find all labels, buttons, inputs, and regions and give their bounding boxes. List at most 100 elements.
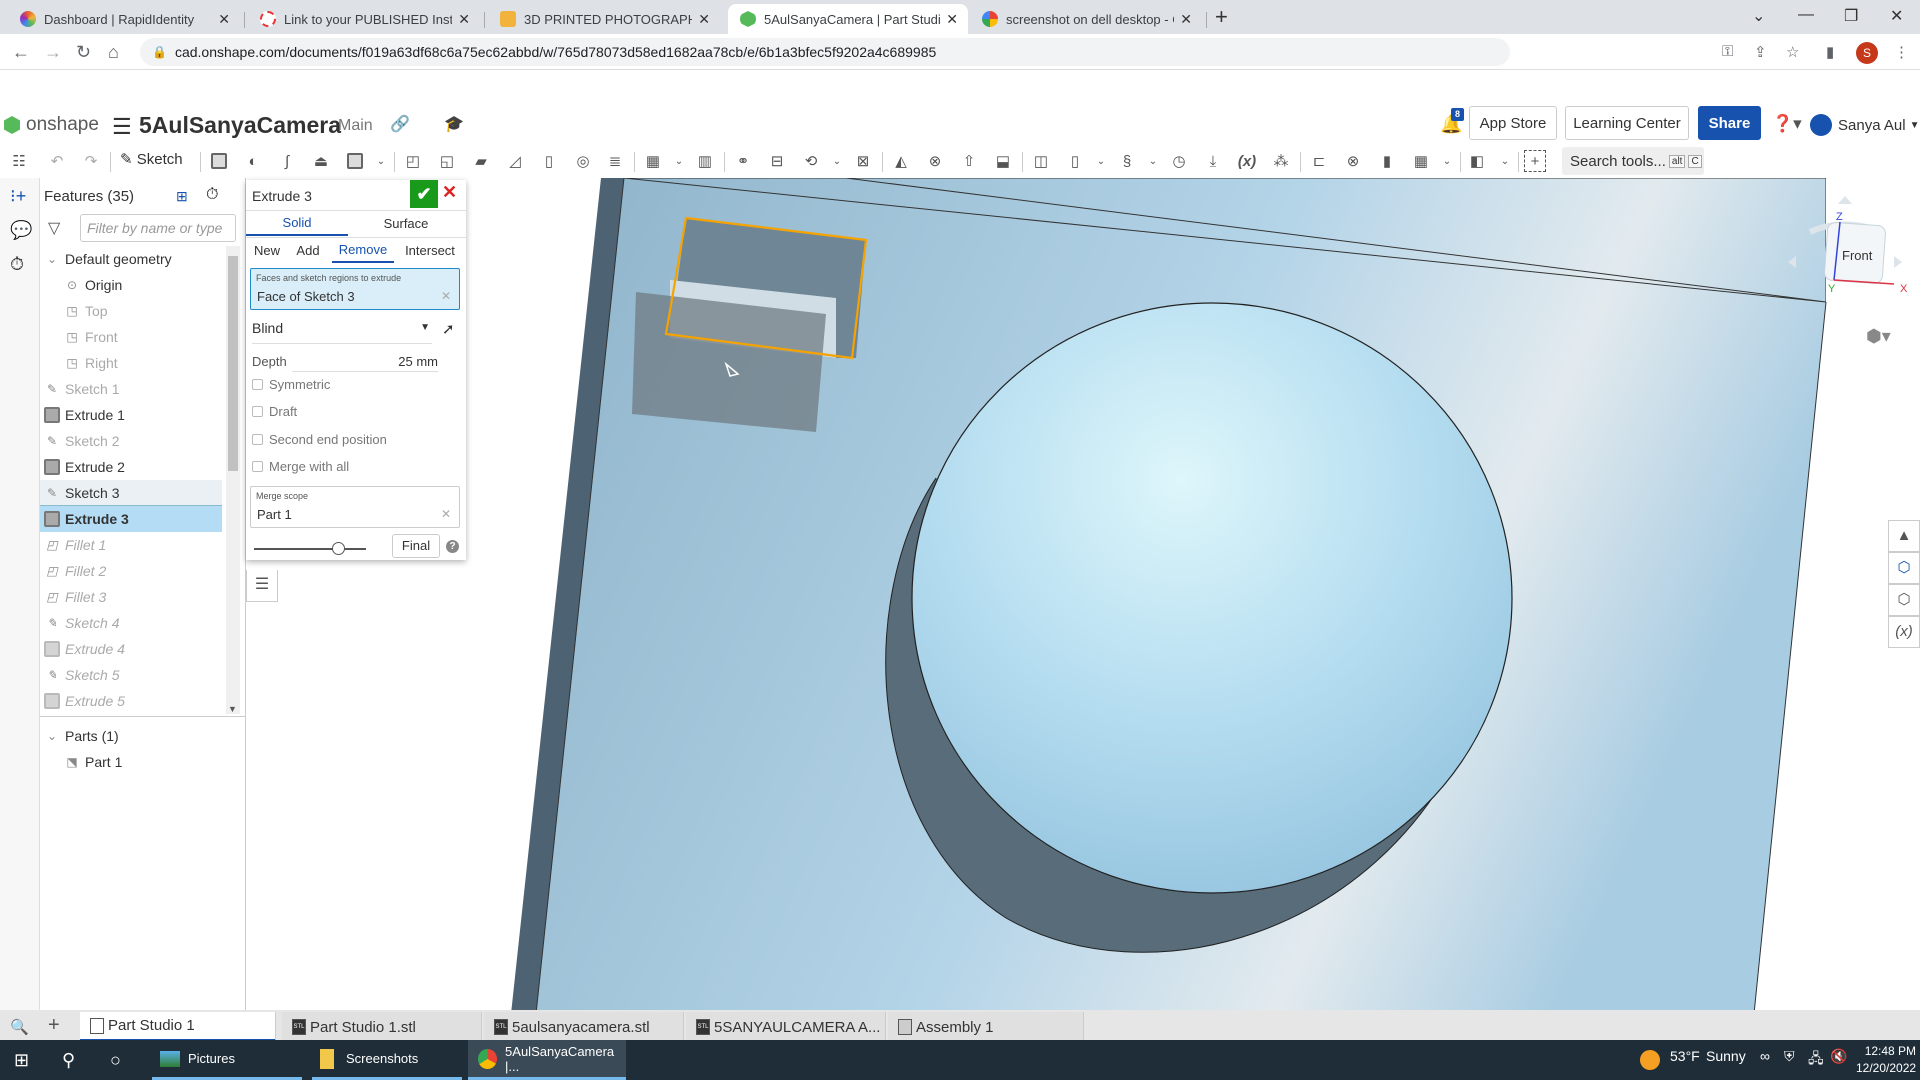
filter-input[interactable]: Filter by name or type [80,214,236,242]
help-icon[interactable]: ❓▾ [1772,114,1802,134]
close-tab-icon[interactable]: ✕ [458,11,470,28]
tab-5sanyaulcamera[interactable]: STL 5SANYAULCAMERA A... [686,1012,886,1042]
document-menu-icon[interactable]: ☰ [112,114,132,140]
view-cube[interactable]: Front Z X Y [1780,192,1910,322]
link-icon[interactable]: 🔗 [390,114,410,134]
default-geometry-group[interactable]: ⌄ Default geometry [44,246,226,272]
search-tools-input[interactable]: Search tools... alt C [1562,147,1704,175]
taskbar-app-screenshots[interactable]: Screenshots [312,1040,462,1080]
chevron-down-icon[interactable]: ⌄ [1494,150,1516,172]
insert-mate-connector-icon[interactable]: ⁝+ [10,186,26,207]
windows-start-icon[interactable]: ⊞ [14,1040,29,1080]
split-icon[interactable]: ⊟ [766,150,788,172]
close-tab-icon[interactable]: ✕ [946,11,958,28]
model-canvas[interactable] [246,178,1920,1014]
user-menu[interactable]: Sanya Aul ▼ [1810,114,1919,136]
cancel-x-button[interactable]: ✕ [442,182,457,203]
op-add[interactable]: Add [288,237,328,263]
onshape-logo[interactable]: onshape [4,114,99,136]
mirror-icon[interactable]: ▥ [694,150,716,172]
move-face-icon[interactable]: ⇧ [958,150,980,172]
tab-surface[interactable]: Surface [348,210,464,236]
feature-item-origin[interactable]: ⊙ Origin [64,272,226,298]
feature-item-sketch-5[interactable]: ✎ Sketch 5 [44,662,226,688]
merge-scope-field[interactable]: Merge scope Part 1 ✕ [250,486,460,528]
sheet-metal-delete-icon[interactable]: ⊗ [1342,150,1364,172]
side-panel-icon[interactable]: ▮ [1826,43,1834,61]
chamfer-icon[interactable]: ◱ [436,150,458,172]
back-icon[interactable]: ← [12,42,30,63]
flip-direction-arrow-icon[interactable]: ➚ [442,320,455,338]
add-custom-feature-icon[interactable]: + [1524,150,1546,172]
mate-connector-icon[interactable]: ▯ [1064,150,1086,172]
learning-center-button[interactable]: Learning Center [1565,106,1689,140]
security-shield-warning-icon[interactable]: ⛨ [1784,1048,1795,1065]
feature-item-right[interactable]: ◳ Right [64,350,226,376]
variable-icon[interactable]: (x) [1236,150,1258,172]
history-timer-icon[interactable]: ⏱ [10,254,24,275]
part-item[interactable]: ⬔ Part 1 [64,749,246,775]
helix-icon[interactable]: § [1116,150,1138,172]
chevron-down-icon[interactable]: ⌄ [1142,150,1164,172]
search-icon[interactable]: ⚲ [62,1040,75,1080]
add-tab-icon[interactable]: + [48,1014,60,1037]
table-icon[interactable]: ▦ [1410,150,1432,172]
scroll-down-icon[interactable]: ▼ [228,704,237,714]
bookmark-star-icon[interactable]: ☆ [1786,43,1799,61]
tab-search-dropdown-icon[interactable]: ⌄ [1752,6,1765,26]
plane-icon[interactable]: ◫ [1030,150,1052,172]
feature-list-toggle-icon[interactable]: ☰ [246,570,278,602]
second-end-position-checkbox[interactable]: Second end position [252,432,387,447]
faces-selection-field[interactable]: Faces and sketch regions to extrude Face… [250,268,460,310]
mass-properties-icon[interactable]: ⬡ [1888,584,1920,616]
minimize-button[interactable]: — [1798,6,1814,24]
redo-icon[interactable]: ↷ [80,150,102,172]
home-icon[interactable]: ⌂ [108,42,119,63]
op-new[interactable]: New [246,237,288,263]
thicken-icon[interactable] [344,150,366,172]
feature-item-extrude-3[interactable]: Extrude 3 [40,506,222,532]
frame-icon[interactable]: ◧ [1466,150,1488,172]
network-icon[interactable]: 🖧 [1808,1048,1824,1072]
weather-text[interactable]: Sunny [1706,1048,1746,1064]
loft-icon[interactable]: ⏏ [310,150,332,172]
rib-icon[interactable]: ◿ [504,150,526,172]
help-question-icon[interactable]: ? [446,540,459,553]
weather-temp[interactable]: 53°F [1670,1048,1700,1064]
rollback-preview-slider[interactable] [254,542,366,555]
composite-part-icon[interactable]: ⁂ [1270,150,1292,172]
replace-face-icon[interactable]: ⬓ [992,150,1014,172]
delete-face-icon[interactable]: ⊗ [924,150,946,172]
reload-icon[interactable]: ↻ [76,42,91,63]
browser-tab[interactable]: screenshot on dell desktop - Goo ✕ [970,4,1202,34]
shell-icon[interactable]: ▯ [538,150,560,172]
tab-part-studio-1[interactable]: Part Studio 1 [80,1012,276,1042]
branch-label[interactable]: Main [338,117,373,135]
forward-icon[interactable]: → [44,42,62,63]
end-type-dropdown[interactable]: Blind ▼ [252,320,432,344]
graduation-cap-icon[interactable]: 🎓 [444,114,464,134]
feature-item-sketch-4[interactable]: ✎ Sketch 4 [44,610,226,636]
view-options-cube-icon[interactable]: ⬢▾ [1866,326,1891,347]
tab-solid[interactable]: Solid [246,210,348,236]
tab-part-studio-1-stl[interactable]: STL Part Studio 1.stl [282,1012,482,1042]
new-tab-button[interactable]: + [1215,4,1228,30]
final-button[interactable]: Final [392,534,440,558]
rollback-timer-icon[interactable]: ⏱ [206,186,218,204]
draft-icon[interactable]: ▰ [470,150,492,172]
browser-tab-active[interactable]: 5AulSanyaCamera | Part Studio 1 ✕ [728,4,968,34]
clear-selection-icon[interactable]: ✕ [441,289,451,303]
rotate-left-arrow-icon[interactable] [1788,256,1796,268]
close-tab-icon[interactable]: ✕ [698,11,710,28]
weather-sun-icon[interactable] [1640,1050,1660,1070]
sheet-metal-solid-icon[interactable]: ▮ [1376,150,1398,172]
close-window-button[interactable]: ✕ [1890,6,1903,26]
op-intersect[interactable]: Intersect [396,237,464,263]
rotate-up-arrow-icon[interactable] [1838,196,1852,204]
sweep-icon[interactable]: ∫ [276,150,298,172]
feature-list-toggle-icon[interactable]: ☷ [8,150,30,172]
feature-item-sketch-3[interactable]: ✎ Sketch 3 [40,480,222,506]
parts-group[interactable]: ⌄ Parts (1) [44,723,226,749]
sheet-metal-icon[interactable]: ⊏ [1308,150,1330,172]
creative-cloud-icon[interactable]: ∞ [1760,1048,1770,1064]
